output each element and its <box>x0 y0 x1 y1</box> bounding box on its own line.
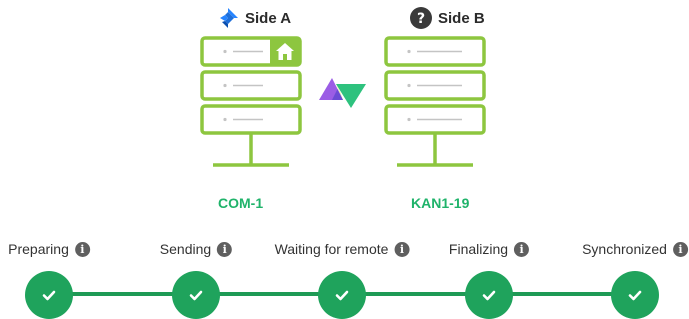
info-icon[interactable]: i <box>217 241 233 257</box>
info-icon[interactable]: i <box>672 241 688 257</box>
side-b-title: Side B <box>438 9 485 27</box>
checkmark-icon <box>628 290 642 301</box>
checkmark-icon <box>482 290 496 301</box>
step-label-text: Waiting for remote <box>274 241 389 257</box>
side-b-issue-key[interactable]: KAN1-19 <box>411 195 469 211</box>
svg-text:?: ? <box>417 11 425 27</box>
jira-logo-icon <box>220 8 238 28</box>
info-icon[interactable]: i <box>74 241 90 257</box>
step-complete-synchronized <box>611 271 659 319</box>
step-label-text: Preparing <box>8 241 69 257</box>
question-mark-icon: ? <box>410 7 432 29</box>
server-b-icon <box>384 36 486 167</box>
step-label-sending: Sending i <box>159 241 233 257</box>
side-a-title: Side A <box>245 9 292 27</box>
info-icon[interactable]: i <box>394 241 410 257</box>
server-a-icon <box>200 36 302 167</box>
checkmark-icon <box>335 290 349 301</box>
step-complete-sending <box>172 271 220 319</box>
home-badge-icon <box>270 38 300 65</box>
step-complete-finalizing <box>465 271 513 319</box>
step-label-waiting-for-remote: Waiting for remote i <box>275 241 410 257</box>
step-label-text: Finalizing <box>448 241 509 257</box>
side-a-issue-key[interactable]: COM-1 <box>218 195 263 211</box>
info-icon[interactable]: i <box>514 241 530 257</box>
checkmark-icon <box>42 290 56 301</box>
step-label-preparing: Preparing i <box>8 241 90 257</box>
side-a-header: Side A <box>217 6 291 30</box>
step-complete-waiting-for-remote <box>318 271 366 319</box>
exalate-logo-icon <box>319 78 366 108</box>
step-complete-preparing <box>25 271 73 319</box>
side-b-header: ? Side B <box>410 6 485 30</box>
step-label-finalizing: Finalizing i <box>448 241 530 257</box>
step-label-text: Sending <box>159 241 212 257</box>
step-label-text: Synchronized <box>582 241 667 257</box>
step-label-synchronized: Synchronized i <box>582 241 688 257</box>
checkmark-icon <box>189 290 203 301</box>
